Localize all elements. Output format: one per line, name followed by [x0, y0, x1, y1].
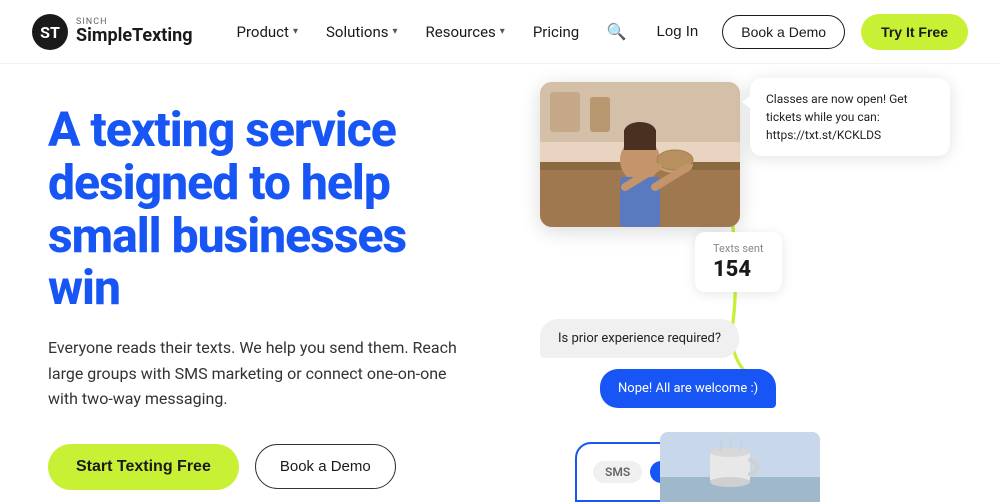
nav-right: 🔍 Log In Book a Demo Try It Free [601, 14, 968, 50]
mug-illustration [660, 432, 820, 502]
book-demo-nav-button[interactable]: Book a Demo [722, 15, 845, 49]
logo-name-label: SimpleTexting [76, 27, 193, 45]
logo-icon: ST [32, 14, 68, 50]
nav-solutions[interactable]: Solutions ▾ [314, 15, 410, 49]
hero-left: A texting service designed to help small… [0, 64, 520, 502]
nav-pricing[interactable]: Pricing [521, 15, 591, 49]
search-icon: 🔍 [607, 24, 627, 41]
sms-message-bubble: Classes are now open! Get tickets while … [750, 78, 950, 156]
pottery-illustration [540, 82, 740, 227]
hero-illustration: Classes are now open! Get tickets while … [520, 64, 1000, 502]
chevron-down-icon: ▾ [393, 26, 398, 37]
start-texting-button[interactable]: Start Texting Free [48, 444, 239, 490]
hero-subtitle: Everyone reads their texts. We help you … [48, 335, 480, 412]
photo-card [540, 82, 740, 227]
bottom-photo-image [660, 432, 820, 502]
search-button[interactable]: 🔍 [601, 16, 633, 48]
texts-sent-label: Texts sent [713, 242, 764, 255]
nav-product[interactable]: Product ▾ [225, 15, 310, 49]
login-button[interactable]: Log In [649, 17, 707, 46]
chat-question-bubble: Is prior experience required? [540, 319, 739, 358]
logo[interactable]: ST sinch SimpleTexting [32, 14, 193, 50]
hero-section: A texting service designed to help small… [0, 64, 1000, 502]
chat-answer-bubble: Nope! All are welcome :) [600, 369, 776, 408]
sms-tab[interactable]: SMS [593, 461, 642, 483]
chevron-down-icon: ▾ [293, 26, 298, 37]
hero-title: A texting service designed to help small… [48, 104, 480, 315]
book-demo-hero-button[interactable]: Book a Demo [255, 444, 396, 489]
nav-resources[interactable]: Resources ▾ [414, 15, 517, 49]
texts-sent-count: 154 [713, 257, 764, 282]
try-free-button[interactable]: Try It Free [861, 14, 968, 50]
nav-links: Product ▾ Solutions ▾ Resources ▾ Pricin… [225, 15, 601, 49]
photo-image [540, 82, 740, 227]
bottom-photo-card [660, 432, 820, 502]
texts-sent-card: Texts sent 154 [695, 232, 782, 292]
hero-cta: Start Texting Free Book a Demo [48, 444, 480, 490]
svg-text:ST: ST [40, 23, 60, 42]
chevron-down-icon: ▾ [500, 26, 505, 37]
navigation: ST sinch SimpleTexting Product ▾ Solutio… [0, 0, 1000, 64]
